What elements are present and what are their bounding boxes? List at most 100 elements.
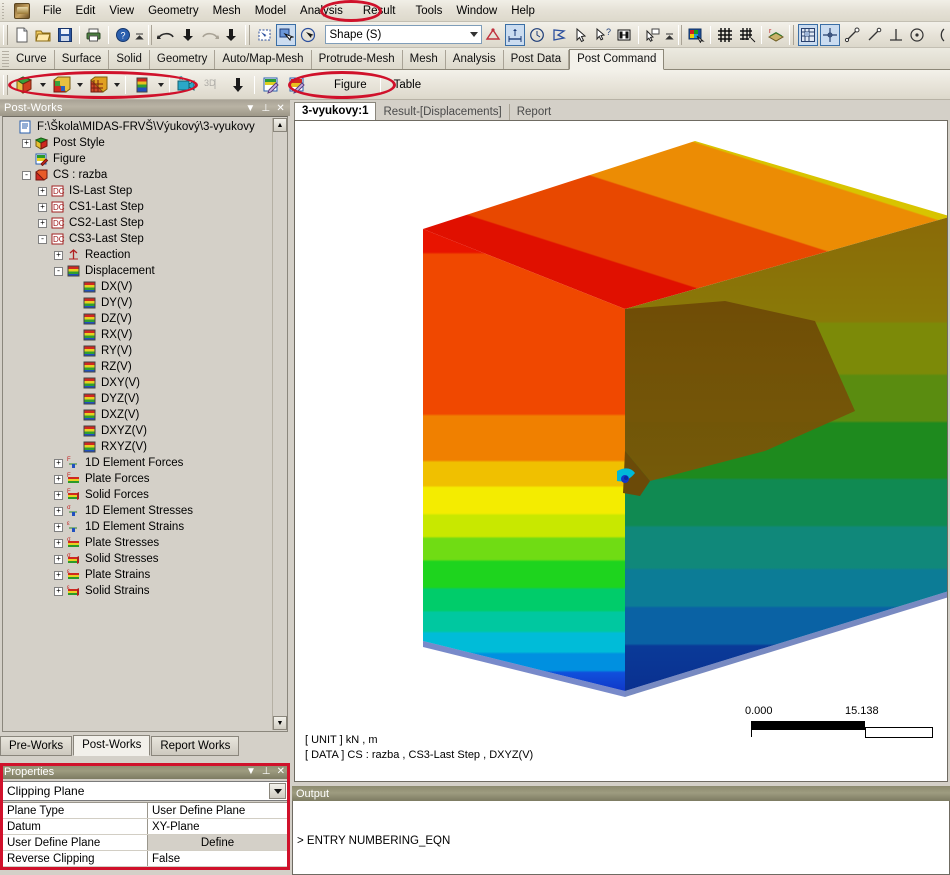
expand-icon[interactable]: + <box>54 522 63 532</box>
expand-icon[interactable]: + <box>54 458 63 468</box>
chevron-down-icon[interactable] <box>470 32 479 37</box>
scroll-up-icon[interactable]: ▲ <box>273 118 287 132</box>
expand-icon[interactable]: + <box>38 186 47 196</box>
collapse-icon[interactable]: - <box>54 266 63 276</box>
tree-node[interactable]: - Displacement <box>6 263 271 279</box>
tree-node[interactable]: + Reaction <box>6 247 271 263</box>
toolbar-grip[interactable] <box>147 24 153 45</box>
property-row[interactable]: Plane Type User Define Plane <box>2 802 288 819</box>
toolbar-overflow-icon[interactable] <box>134 24 144 46</box>
close-icon[interactable]: ✕ <box>276 103 285 114</box>
output-log[interactable]: > ENTRY NUMBERING_EQN > ENTRY FORM_STIFF… <box>292 801 950 875</box>
tab-protrude-mesh[interactable]: Protrude-Mesh <box>312 50 403 69</box>
tree-node[interactable]: - CS : razba <box>6 167 271 183</box>
property-row[interactable]: Reverse Clipping False <box>2 850 288 867</box>
menu-item-view[interactable]: View <box>102 2 141 20</box>
tree-node[interactable]: + DC CS2-Last Step <box>6 215 271 231</box>
redo-icon[interactable] <box>200 24 220 46</box>
grid-snap-icon[interactable] <box>737 24 757 46</box>
menu-item-result[interactable]: Result <box>356 2 403 20</box>
tree-node[interactable]: DXZ(V) <box>6 407 271 423</box>
tree-node[interactable]: + ε Plate Strains <box>6 567 271 583</box>
animation-icon[interactable]: a <box>173 73 199 97</box>
menu-item-window[interactable]: Window <box>449 2 504 20</box>
menubar-grip[interactable] <box>2 2 10 19</box>
expand-icon[interactable]: + <box>54 586 63 596</box>
tree-node[interactable]: + σ Plate Stresses <box>6 535 271 551</box>
property-define-button[interactable]: Define <box>147 834 288 851</box>
tree-node[interactable]: Figure <box>6 151 271 167</box>
property-group-select[interactable]: Clipping Plane <box>2 781 288 801</box>
figure-edit-icon[interactable] <box>258 73 284 97</box>
undo-icon[interactable] <box>156 24 176 46</box>
figure-style-icon[interactable] <box>284 73 310 97</box>
expand-icon[interactable]: + <box>54 570 63 580</box>
model-3d-canvas[interactable]: [ UNIT ] kN , m [ DATA ] CS : razba , CS… <box>294 120 948 782</box>
menu-item-tools[interactable]: Tools <box>408 2 449 20</box>
toolbar-grip[interactable] <box>3 74 8 95</box>
tab-report-works[interactable]: Report Works <box>151 736 240 756</box>
tree-node[interactable]: - DC CS3-Last Step <box>6 231 271 247</box>
expand-icon[interactable]: + <box>54 538 63 548</box>
tab-pre-works[interactable]: Pre-Works <box>0 736 73 756</box>
tree-node[interactable]: + DC IS-Last Step <box>6 183 271 199</box>
tree-node[interactable]: DYZ(V) <box>6 391 271 407</box>
menu-item-help[interactable]: Help <box>504 2 542 20</box>
tree-node[interactable]: + F Solid Forces <box>6 487 271 503</box>
tree-node[interactable]: DY(V) <box>6 295 271 311</box>
tree-node[interactable]: DX(V) <box>6 279 271 295</box>
point-line-icon[interactable] <box>842 24 862 46</box>
tree-node[interactable]: + σ 1D Element Stresses <box>6 503 271 519</box>
tab-solid[interactable]: Solid <box>109 50 150 69</box>
expand-icon[interactable]: + <box>54 474 63 484</box>
tab-analysis[interactable]: Analysis <box>446 50 504 69</box>
circle-center-icon[interactable] <box>907 24 927 46</box>
pin-icon[interactable]: ⊥ <box>261 103 270 114</box>
select-window-icon[interactable] <box>254 24 274 46</box>
expand-icon[interactable]: + <box>54 506 63 516</box>
chevron-down-icon[interactable]: ▼ <box>245 103 255 114</box>
tree-vertical-scrollbar[interactable]: ▲ ▼ <box>272 118 287 730</box>
polygon-select-icon[interactable] <box>549 24 569 46</box>
pointer-icon[interactable] <box>571 24 591 46</box>
tree-node[interactable]: + F 1D Element Forces <box>6 455 271 471</box>
scroll-down-icon[interactable]: ▼ <box>273 716 287 730</box>
export-result-icon[interactable] <box>225 73 251 97</box>
menu-item-mesh[interactable]: Mesh <box>206 2 248 20</box>
line-icon[interactable] <box>864 24 884 46</box>
chevron-down-icon[interactable] <box>269 783 286 799</box>
print-icon[interactable] <box>84 24 104 46</box>
pick-object-icon[interactable] <box>643 24 663 46</box>
color-table-icon[interactable] <box>686 24 706 46</box>
expand-icon[interactable]: + <box>22 138 31 148</box>
arc-icon[interactable] <box>929 24 949 46</box>
property-value[interactable]: False <box>147 850 288 867</box>
tree-node[interactable]: RY(V) <box>6 343 271 359</box>
tab-mesh[interactable]: Mesh <box>403 50 446 69</box>
tree-node[interactable]: RZ(V) <box>6 359 271 375</box>
toolbar-grip[interactable] <box>677 24 683 45</box>
result-tree[interactable]: F:\Škola\MIDAS-FRVŠ\Výukový\3-vyukovy + Po… <box>2 116 288 732</box>
toolbar-overflow-icon[interactable] <box>664 24 674 46</box>
select-circle-icon[interactable] <box>298 24 318 46</box>
property-row[interactable]: User Define Plane Define <box>2 834 288 851</box>
tabstrip-grip[interactable] <box>2 51 9 69</box>
tree-node[interactable]: RX(V) <box>6 327 271 343</box>
workplane-axis-icon[interactable] <box>820 23 841 46</box>
chevron-down-icon[interactable]: ▼ <box>246 766 256 777</box>
clock-icon[interactable] <box>527 24 547 46</box>
tab-curve[interactable]: Curve <box>9 50 55 69</box>
tree-node[interactable]: + DC CS1-Last Step <box>6 199 271 215</box>
import-down-icon[interactable] <box>178 24 198 46</box>
menu-item-geometry[interactable]: Geometry <box>141 2 206 20</box>
tree-node[interactable]: + σ Solid Stresses <box>6 551 271 567</box>
contour-icon[interactable] <box>11 73 37 97</box>
tree-node[interactable]: DZ(V) <box>6 311 271 327</box>
find-icon[interactable] <box>614 24 634 46</box>
tab-post-works[interactable]: Post-Works <box>73 735 151 756</box>
tree-node[interactable]: DXYZ(V) <box>6 423 271 439</box>
perpendicular-icon[interactable] <box>886 24 906 46</box>
menu-item-analysis[interactable]: Analysis <box>293 2 350 20</box>
pin-icon[interactable]: ⊥ <box>262 766 271 777</box>
expand-icon[interactable]: + <box>54 490 63 500</box>
